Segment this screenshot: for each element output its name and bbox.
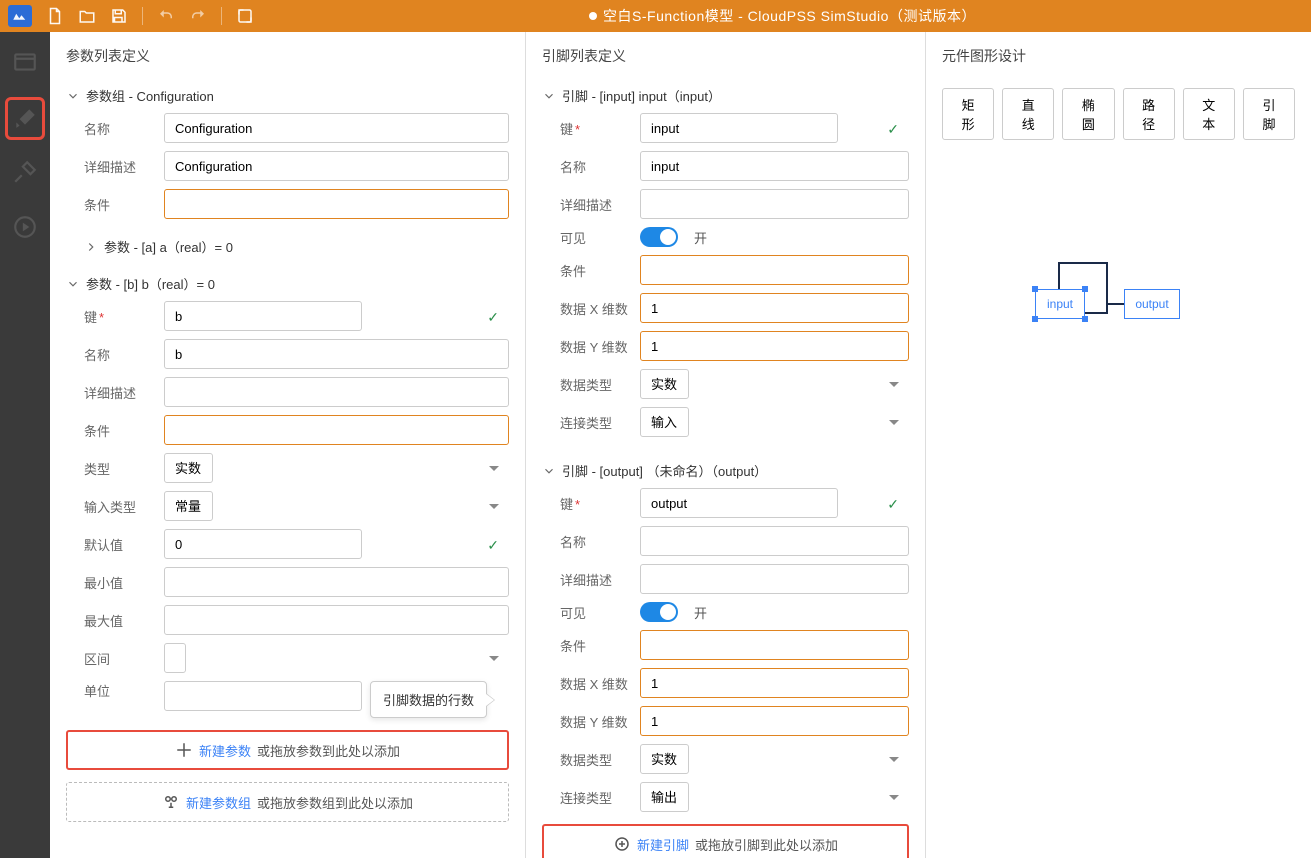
check-icon: ✓: [887, 496, 899, 513]
pin-in-cond-input[interactable]: [640, 255, 909, 285]
left-sidebar: [0, 32, 50, 858]
param-unit-input[interactable]: [164, 681, 362, 711]
pin-out-key-input[interactable]: [640, 488, 838, 518]
tooltip: 引脚数据的行数: [370, 681, 487, 718]
shape-ellipse-button[interactable]: 椭圆: [1062, 88, 1114, 140]
app-logo[interactable]: [8, 5, 32, 27]
shape-path-button[interactable]: 路径: [1123, 88, 1175, 140]
param-default-input[interactable]: [164, 529, 362, 559]
pin-out-cond-input[interactable]: [640, 630, 909, 660]
pin-in-dimy-input[interactable]: [640, 331, 909, 361]
sidebar-item-plugin[interactable]: [9, 101, 41, 136]
undo-icon[interactable]: [157, 7, 175, 25]
add-param-icon: [175, 741, 193, 759]
pin-out-visible-switch[interactable]: [640, 602, 678, 622]
chevron-down-icon: [66, 89, 80, 103]
pin-in-ctype-select[interactable]: 输入: [640, 407, 689, 437]
zoom-fit-icon[interactable]: [236, 7, 254, 25]
sidebar-item-tools[interactable]: [9, 156, 41, 191]
param-type-select[interactable]: 实数: [164, 453, 213, 483]
sidebar-item-run[interactable]: [9, 211, 41, 246]
param-name-input[interactable]: [164, 339, 509, 369]
pin-in-dimx-input[interactable]: [640, 293, 909, 323]
shape-pin-button[interactable]: 引脚: [1243, 88, 1295, 140]
graphic-panel-title: 元件图形设计: [926, 32, 1311, 76]
top-toolbar: 空白S-Function模型 - CloudPSS SimStudio（测试版本…: [0, 0, 1311, 32]
pin-out-ctype-select[interactable]: 输出: [640, 782, 689, 812]
design-canvas[interactable]: input output: [926, 152, 1311, 858]
param-desc-input[interactable]: [164, 377, 509, 407]
pin-output-header[interactable]: 引脚 - [output] （未命名）（output）: [542, 451, 909, 488]
pin-in-desc-input[interactable]: [640, 189, 909, 219]
group-name-input[interactable]: [164, 113, 509, 143]
pin-in-name-input[interactable]: [640, 151, 909, 181]
pin-out-dimy-input[interactable]: [640, 706, 909, 736]
check-icon: ✓: [887, 121, 899, 138]
group-cond-input[interactable]: [164, 189, 509, 219]
add-group-icon: [162, 793, 180, 811]
add-param-button[interactable]: 新建参数或拖放参数到此处以添加: [66, 730, 509, 770]
wire-output: [1108, 303, 1124, 305]
shape-line-button[interactable]: 直线: [1002, 88, 1054, 140]
group-desc-input[interactable]: [164, 151, 509, 181]
param-group-header[interactable]: 参数组 - Configuration: [66, 76, 509, 113]
check-icon: ✓: [487, 309, 499, 326]
param-intype-select[interactable]: 常量: [164, 491, 213, 521]
add-group-button[interactable]: 新建参数组或拖放参数组到此处以添加: [66, 782, 509, 822]
pin-panel-title: 引脚列表定义: [526, 32, 925, 76]
param-min-input[interactable]: [164, 567, 509, 597]
check-icon: ✓: [487, 537, 499, 554]
pin-in-visible-switch[interactable]: [640, 227, 678, 247]
pin-out-desc-input[interactable]: [640, 564, 909, 594]
redo-icon[interactable]: [189, 7, 207, 25]
sidebar-item-overview[interactable]: [9, 46, 41, 81]
save-icon[interactable]: [110, 7, 128, 25]
open-folder-icon[interactable]: [78, 7, 96, 25]
param-panel-title: 参数列表定义: [50, 32, 525, 76]
chevron-right-icon: [84, 240, 98, 254]
add-pin-icon: [613, 835, 631, 853]
param-key-input[interactable]: [164, 301, 362, 331]
pin-in-key-input[interactable]: [640, 113, 838, 143]
pin-input-header[interactable]: 引脚 - [input] input（input）: [542, 76, 909, 113]
pin-input-element[interactable]: input: [1035, 289, 1085, 319]
param-max-input[interactable]: [164, 605, 509, 635]
chevron-down-icon: [66, 277, 80, 291]
pin-out-dtype-select[interactable]: 实数: [640, 744, 689, 774]
new-file-icon[interactable]: [46, 7, 64, 25]
shape-rect-button[interactable]: 矩形: [942, 88, 994, 140]
pin-in-dtype-select[interactable]: 实数: [640, 369, 689, 399]
param-cond-input[interactable]: [164, 415, 509, 445]
window-title: 空白S-Function模型 - CloudPSS SimStudio（测试版本…: [254, 6, 1311, 26]
pin-out-dimx-input[interactable]: [640, 668, 909, 698]
pin-output-element[interactable]: output: [1124, 289, 1180, 319]
chevron-down-icon: [542, 89, 556, 103]
param-b-header[interactable]: 参数 - [b] b（real）= 0: [66, 264, 509, 301]
chevron-down-icon: [542, 464, 556, 478]
param-a-header[interactable]: 参数 - [a] a（real）= 0: [66, 227, 509, 264]
param-range-select[interactable]: [164, 643, 186, 673]
pin-out-name-input[interactable]: [640, 526, 909, 556]
add-pin-button[interactable]: 新建引脚或拖放引脚到此处以添加: [542, 824, 909, 858]
shape-text-button[interactable]: 文本: [1183, 88, 1235, 140]
